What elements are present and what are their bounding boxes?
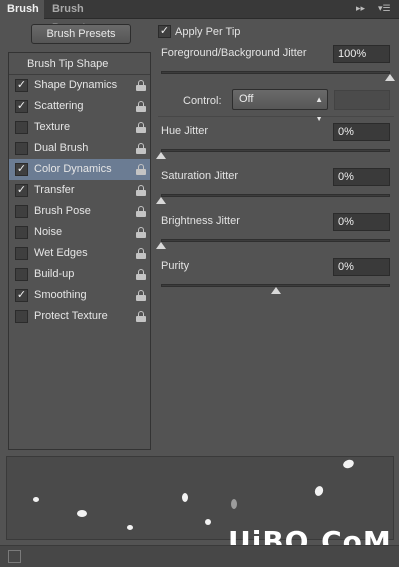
brightness-jitter-label: Brightness Jitter <box>161 215 240 227</box>
option-label: Shape Dynamics <box>34 79 118 91</box>
lock-icon[interactable] <box>136 122 146 133</box>
brush-option-item[interactable]: Dual Brush <box>9 138 150 159</box>
color-dynamics-settings: ✓ Apply Per Tip Foreground/Background Ji… <box>156 22 395 450</box>
option-label: Color Dynamics <box>34 163 112 175</box>
select-arrows-icon: ▲ ▼ <box>315 95 323 123</box>
lock-icon[interactable] <box>136 185 146 196</box>
brush-option-item[interactable]: Protect Texture <box>9 306 150 327</box>
control-select[interactable]: Off ▲ ▼ <box>232 89 328 123</box>
option-checkbox[interactable]: ✓ <box>15 163 28 176</box>
preview-dab <box>205 519 211 525</box>
brightness-jitter-thumb[interactable] <box>156 242 166 249</box>
hue-jitter-label: Hue Jitter <box>161 125 209 137</box>
lock-icon[interactable] <box>136 290 146 301</box>
panel-menu-icon[interactable]: ▾☰ <box>378 3 391 14</box>
purity-label: Purity <box>161 260 190 272</box>
fg-bg-jitter-thumb[interactable] <box>385 74 395 81</box>
control-select-value: Off <box>239 93 254 105</box>
preview-dab <box>182 493 188 502</box>
lock-icon[interactable] <box>136 248 146 259</box>
lock-icon[interactable] <box>136 164 146 175</box>
brush-option-item[interactable]: Noise <box>9 222 150 243</box>
tab-brush-presets[interactable]: Brush Presets <box>45 0 129 34</box>
lock-icon[interactable] <box>136 227 146 238</box>
lock-icon[interactable] <box>136 311 146 322</box>
option-label: Noise <box>34 226 63 238</box>
control-amount-disabled <box>334 90 390 110</box>
option-checkbox[interactable] <box>15 310 28 323</box>
preview-dab <box>341 458 356 470</box>
collapse-icon[interactable]: ▸▸ <box>356 3 365 14</box>
toggle-live-tip-icon[interactable] <box>8 550 21 563</box>
option-label: Protect Texture <box>34 310 108 322</box>
option-label: Transfer <box>34 184 75 196</box>
brush-option-item[interactable]: Build-up <box>9 264 150 285</box>
option-checkbox[interactable]: ✓ <box>15 289 28 302</box>
control-label: Control: <box>183 95 222 107</box>
option-checkbox[interactable] <box>15 205 28 218</box>
brightness-jitter-slider[interactable] <box>161 239 390 242</box>
fg-bg-jitter-input[interactable]: 100% <box>333 45 390 63</box>
purity-input[interactable]: 0% <box>333 258 390 276</box>
option-checkbox[interactable]: ✓ <box>15 100 28 113</box>
tab-bar: Brush Brush Presets ▸▸ ▾☰ <box>0 0 399 34</box>
lock-icon[interactable] <box>136 80 146 91</box>
saturation-jitter-thumb[interactable] <box>156 197 166 204</box>
brightness-jitter-input[interactable]: 0% <box>333 213 390 231</box>
apply-per-tip-label: Apply Per Tip <box>175 26 241 38</box>
brush-options-list: Brush Tip Shape ✓ Shape Dynamics ✓ Scatteri… <box>8 52 151 450</box>
option-label: Dual Brush <box>34 142 89 154</box>
saturation-jitter-input[interactable]: 0% <box>333 168 390 186</box>
brush-presets-button[interactable]: Brush Presets <box>31 24 131 44</box>
option-checkbox[interactable] <box>15 268 28 281</box>
lock-icon[interactable] <box>136 269 146 280</box>
brush-option-item[interactable]: ✓ Smoothing <box>9 285 150 306</box>
option-label: Smoothing <box>34 289 87 301</box>
saturation-jitter-slider[interactable] <box>161 194 390 197</box>
brush-option-item[interactable]: ✓ Shape Dynamics <box>9 75 150 96</box>
preview-dab <box>231 499 237 509</box>
preview-dab <box>313 484 325 498</box>
tab-brush[interactable]: Brush <box>0 0 44 19</box>
option-label: Texture <box>34 121 71 133</box>
option-label: Build-up <box>34 268 75 280</box>
fg-bg-jitter-slider[interactable] <box>161 71 390 74</box>
brush-tip-shape-item[interactable]: Brush Tip Shape <box>9 53 150 75</box>
hue-jitter-input[interactable]: 0% <box>333 123 390 141</box>
option-checkbox[interactable]: ✓ <box>15 79 28 92</box>
purity-thumb[interactable] <box>270 287 281 294</box>
option-label: Brush Pose <box>34 205 91 217</box>
brush-option-item[interactable]: Brush Pose <box>9 201 150 222</box>
preview-dab <box>127 525 133 530</box>
option-checkbox[interactable] <box>15 247 28 260</box>
option-label: Wet Edges <box>34 247 88 259</box>
lock-icon[interactable] <box>136 143 146 154</box>
brush-options-sidebar: Brush Presets Brush Tip Shape ✓ Shape Dyn… <box>6 22 152 450</box>
brush-option-item[interactable]: ✓ Scattering <box>9 96 150 117</box>
lock-icon[interactable] <box>136 101 146 112</box>
hue-jitter-slider[interactable] <box>161 149 390 152</box>
fg-bg-jitter-label: Foreground/Background Jitter <box>161 47 307 59</box>
apply-per-tip-checkbox[interactable]: ✓ <box>158 25 171 38</box>
brush-option-item[interactable]: Texture <box>9 117 150 138</box>
preview-dab <box>33 497 39 502</box>
option-checkbox[interactable] <box>15 226 28 239</box>
saturation-jitter-label: Saturation Jitter <box>161 170 239 182</box>
panel-footer <box>0 545 399 567</box>
option-checkbox[interactable] <box>15 121 28 134</box>
preview-dab <box>77 510 87 517</box>
brush-option-item[interactable]: ✓ Transfer <box>9 180 150 201</box>
divider <box>158 116 394 117</box>
lock-icon[interactable] <box>136 206 146 217</box>
option-label: Scattering <box>34 100 84 112</box>
brush-option-item[interactable]: ✓ Color Dynamics <box>9 159 150 180</box>
brush-option-item[interactable]: Wet Edges <box>9 243 150 264</box>
option-checkbox[interactable]: ✓ <box>15 184 28 197</box>
option-checkbox[interactable] <box>15 142 28 155</box>
hue-jitter-thumb[interactable] <box>156 152 166 159</box>
